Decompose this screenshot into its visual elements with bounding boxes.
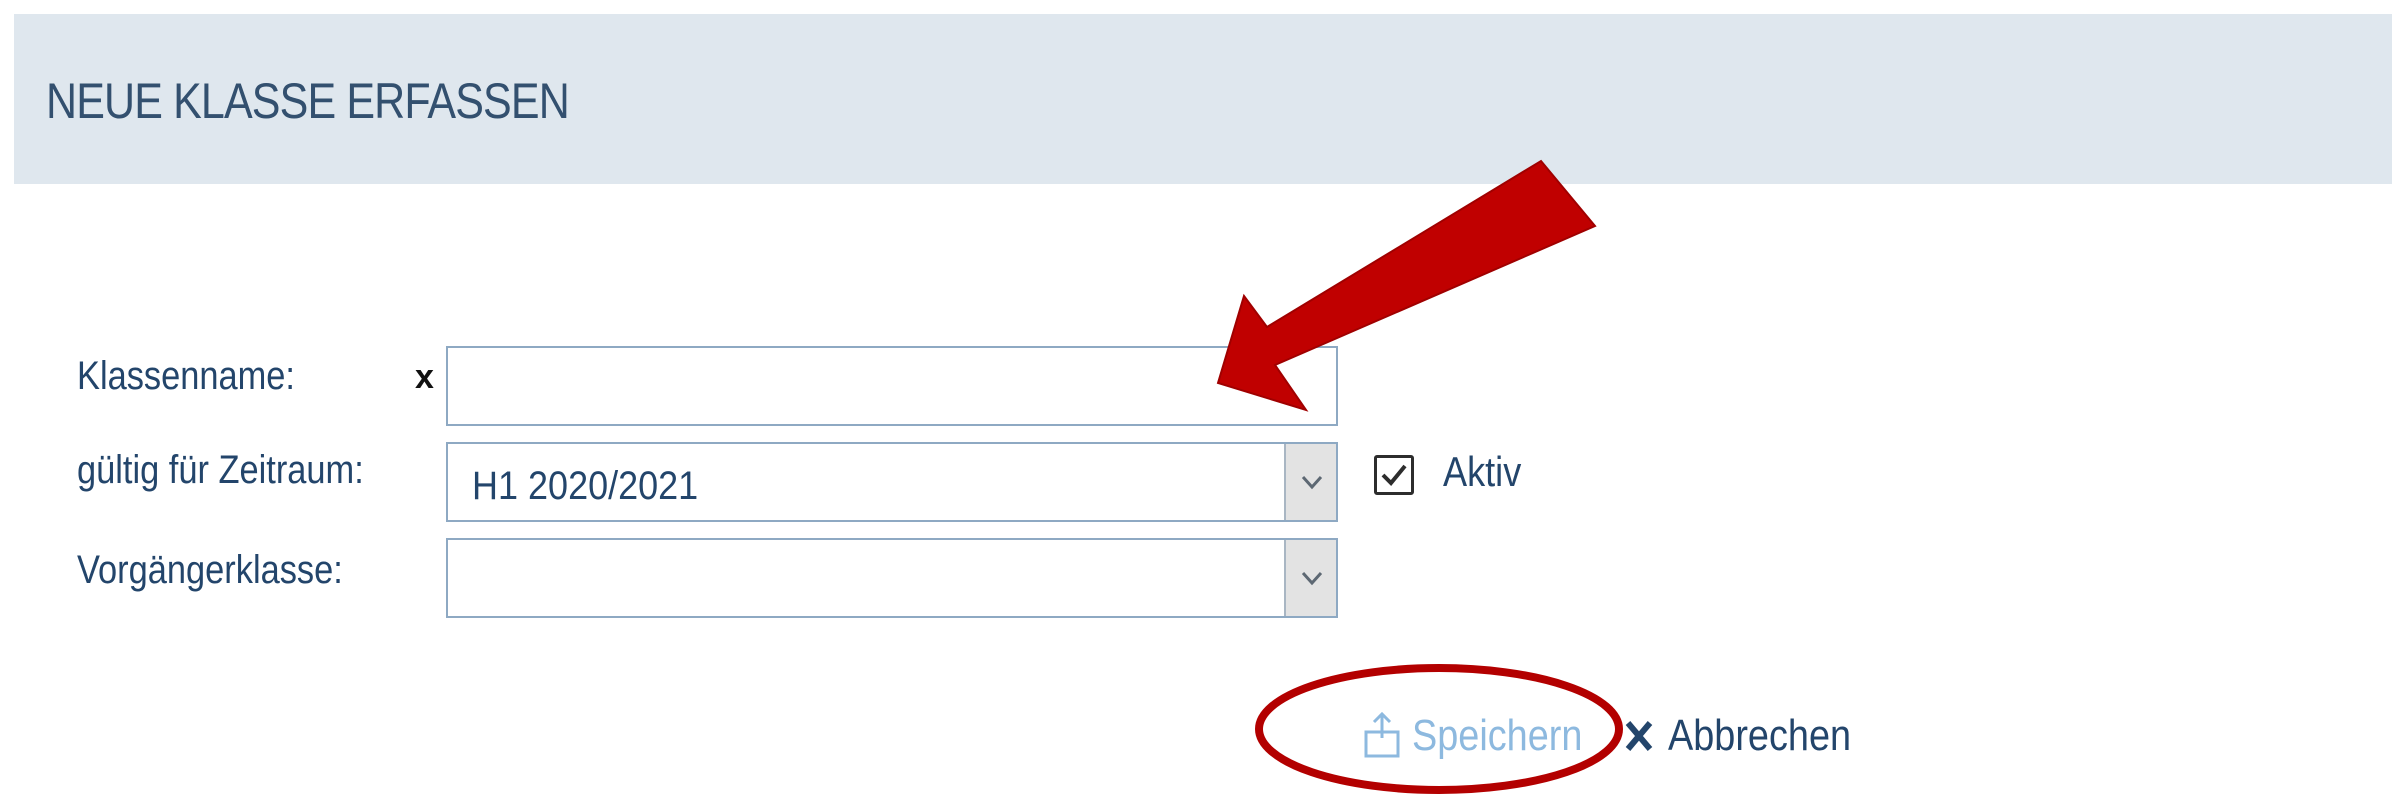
top-strip bbox=[0, 0, 2392, 14]
required-mark: x bbox=[415, 358, 434, 396]
save-button[interactable]: Speichern bbox=[1360, 706, 1610, 766]
cancel-button[interactable]: Abbrechen bbox=[1620, 706, 1881, 766]
close-icon bbox=[1625, 721, 1653, 751]
period-select[interactable]: H1 2020/2021 bbox=[446, 442, 1338, 522]
predecessor-dropdown-button[interactable] bbox=[1284, 540, 1336, 616]
page-header: NEUE KLASSE ERFASSEN bbox=[14, 14, 2392, 184]
page-title: NEUE KLASSE ERFASSEN bbox=[46, 73, 570, 129]
save-button-label: Speichern bbox=[1412, 711, 1583, 760]
predecessor-label: Vorgängerklasse: bbox=[77, 548, 343, 592]
period-label: gültig für Zeitraum: bbox=[77, 448, 364, 492]
checkmark-icon bbox=[1381, 464, 1407, 486]
save-icon bbox=[1364, 711, 1400, 758]
class-name-field-wrapper bbox=[446, 346, 1338, 426]
class-name-label: Klassenname: bbox=[77, 354, 295, 398]
period-dropdown-button[interactable] bbox=[1284, 444, 1336, 520]
chevron-down-icon bbox=[1301, 571, 1323, 586]
active-checkbox[interactable] bbox=[1374, 455, 1414, 495]
period-select-value: H1 2020/2021 bbox=[472, 464, 699, 508]
predecessor-select[interactable] bbox=[446, 538, 1338, 618]
active-checkbox-label: Aktiv bbox=[1443, 448, 1522, 495]
cancel-button-label: Abbrechen bbox=[1668, 711, 1852, 760]
class-name-input[interactable] bbox=[448, 348, 1336, 424]
chevron-down-icon bbox=[1301, 475, 1323, 490]
